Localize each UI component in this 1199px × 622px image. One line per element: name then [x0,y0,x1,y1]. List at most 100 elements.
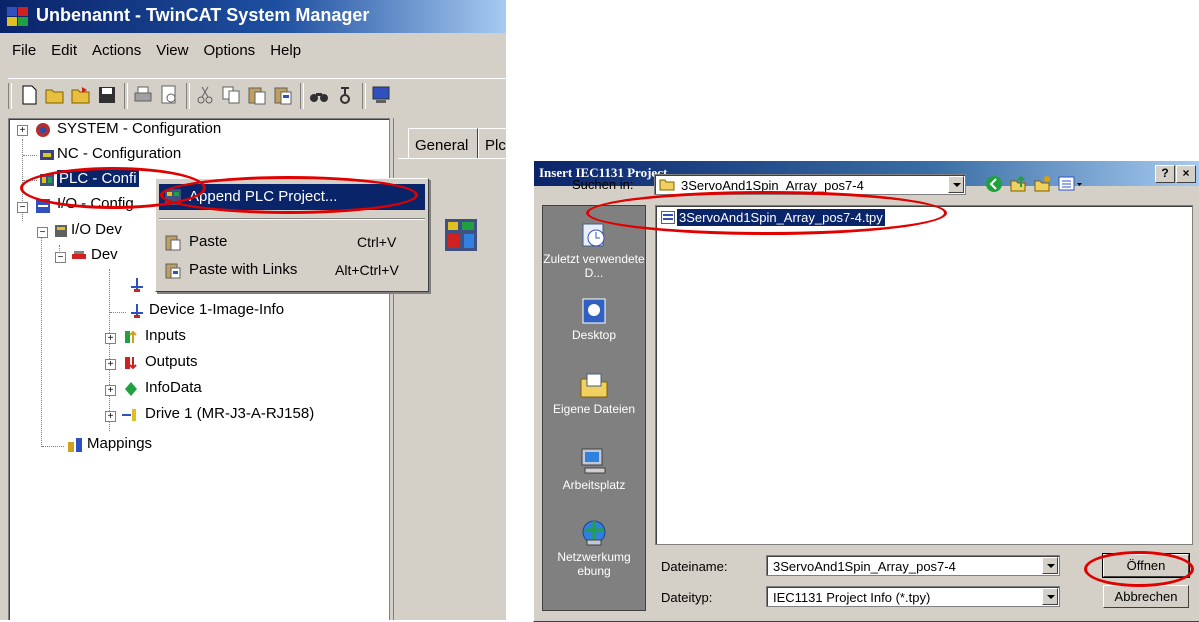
place-label: Zuletzt verwendete D... [543,252,645,280]
filetype-combo[interactable]: IEC1131 Project Info (*.tpy) [766,586,1060,607]
tree-item-io-devices[interactable]: I/O Dev [71,221,122,238]
print-preview-icon[interactable] [158,84,180,106]
expand-inputs-icon[interactable]: + [105,333,116,344]
menu-file[interactable]: File [12,42,36,59]
place-recent[interactable]: Zuletzt verwendete D... [543,220,645,280]
place-label: Arbeitsplatz [562,478,626,492]
tree-item-outputs[interactable]: Outputs [145,353,198,370]
cut-icon[interactable] [194,84,216,106]
recent-documents-icon [582,223,605,247]
cancel-button[interactable]: Abbrechen [1103,585,1189,608]
plc-project-icon [445,219,477,251]
menu-actions[interactable]: Actions [92,42,141,59]
target-system-icon[interactable] [370,84,392,106]
menu-item-label: Paste [189,233,228,250]
expand-system-icon[interactable]: + [17,125,28,136]
chevron-down-icon[interactable] [1042,588,1058,605]
tree-item-nc[interactable]: NC - Configuration [57,145,181,162]
network-icon [582,520,606,546]
menu-item-paste-with-links[interactable]: Paste with Links Alt+Ctrl+V [159,257,425,283]
my-computer-icon [581,448,606,474]
tab-plc[interactable]: Plc [478,128,506,158]
look-in-label: Suchen in: [572,177,634,192]
paste-icon[interactable] [246,84,268,106]
expand-outputs-icon[interactable]: + [105,359,116,370]
image-info-icon [131,304,143,318]
tree-item-io[interactable]: I/O - Config [57,195,134,212]
place-my-documents[interactable]: Eigene Dateien [543,370,645,416]
back-icon[interactable] [985,175,1003,193]
image-icon [131,278,143,292]
place-network[interactable]: Netzwerkumgebung [543,518,645,578]
menu-view[interactable]: View [156,42,188,59]
tree-item-infodata[interactable]: InfoData [145,379,202,396]
expand-infodata-icon[interactable]: + [105,385,116,396]
paste-with-links-icon [165,263,181,279]
tree-item-drive1[interactable]: Drive 1 (MR-J3-A-RJ158) [145,405,314,422]
chevron-down-icon[interactable] [948,176,964,193]
title-bar: Unbenannt - TwinCAT System Manager [0,0,506,33]
up-folder-icon[interactable] [1009,175,1027,193]
paste-icon [165,235,181,251]
find-icon[interactable] [308,84,330,106]
device-icon [72,251,86,259]
append-plc-icon [165,189,181,205]
menu-item-append-plc-project[interactable]: Append PLC Project... [159,184,425,210]
drive-icon [122,409,136,421]
collapse-io-devices-icon[interactable]: − [37,227,48,238]
help-button[interactable]: ? [1155,165,1175,183]
context-menu: Append PLC Project... Paste Ctrl+V Paste… [155,178,429,292]
window-title: Unbenannt - TwinCAT System Manager [36,5,370,25]
menu-options[interactable]: Options [203,42,255,59]
place-label: Netzwerkumgebung [557,550,631,578]
tree-item-device1[interactable]: Dev [91,246,118,263]
open-button[interactable]: Öffnen [1102,553,1190,578]
new-folder-icon[interactable] [1033,175,1051,193]
find-next-icon[interactable] [334,84,356,106]
copy-icon[interactable] [220,84,242,106]
tree-item-plc[interactable]: PLC - Confi [57,170,139,187]
menu-edit[interactable]: Edit [51,42,77,59]
collapse-io-icon[interactable]: − [17,202,28,213]
io-devices-icon [55,225,67,237]
look-in-combo[interactable]: 3ServoAnd1Spin_Array_pos7-4 [654,174,966,195]
mappings-icon [68,438,82,452]
save-icon[interactable] [96,84,118,106]
toolbar [8,78,506,113]
tree-item-system[interactable]: SYSTEM - Configuration [57,120,221,137]
expand-drive1-icon[interactable]: + [105,411,116,422]
open-folder-icon[interactable] [44,84,66,106]
tree-item-inputs[interactable]: Inputs [145,327,186,344]
tab-general[interactable]: General [408,128,478,158]
paste-with-links-icon[interactable] [272,84,294,106]
file-list[interactable]: 3ServoAnd1Spin_Array_pos7-4.tpy [655,205,1193,545]
menu-help[interactable]: Help [270,42,301,59]
outputs-icon [125,357,137,370]
filetype-value: IEC1131 Project Info (*.tpy) [773,590,931,605]
inputs-icon [125,330,137,343]
close-button[interactable]: × [1176,165,1196,183]
open-recent-icon[interactable] [70,84,92,106]
new-file-icon[interactable] [18,84,40,106]
collapse-device1-icon[interactable]: − [55,252,66,263]
look-in-value: 3ServoAnd1Spin_Array_pos7-4 [681,178,864,193]
my-documents-icon [580,373,608,398]
view-menu-icon[interactable] [1058,175,1084,193]
filename-combo[interactable]: 3ServoAnd1Spin_Array_pos7-4 [766,555,1060,576]
place-desktop[interactable]: Desktop [543,296,645,342]
menu-item-shortcut: Alt+Ctrl+V [335,262,399,278]
place-label: Desktop [571,328,617,342]
tree-item-mappings[interactable]: Mappings [87,435,152,452]
desktop-icon [582,298,606,324]
places-bar: Zuletzt verwendete D... Desktop Eigene D… [542,205,646,611]
tree-item-image-info[interactable]: Device 1-Image-Info [149,301,284,318]
insert-project-dialog: Insert IEC1131 Project ? × Suchen in: 3S… [533,160,1199,622]
chevron-down-icon[interactable] [1042,557,1058,574]
menu-item-label: Append PLC Project... [189,188,338,205]
print-icon[interactable] [132,84,154,106]
place-my-computer[interactable]: Arbeitsplatz [543,446,645,492]
plc-config-icon [40,174,54,186]
twincat-app-icon [7,7,28,26]
menu-item-paste[interactable]: Paste Ctrl+V [159,229,425,255]
tpy-file-icon [661,211,675,224]
